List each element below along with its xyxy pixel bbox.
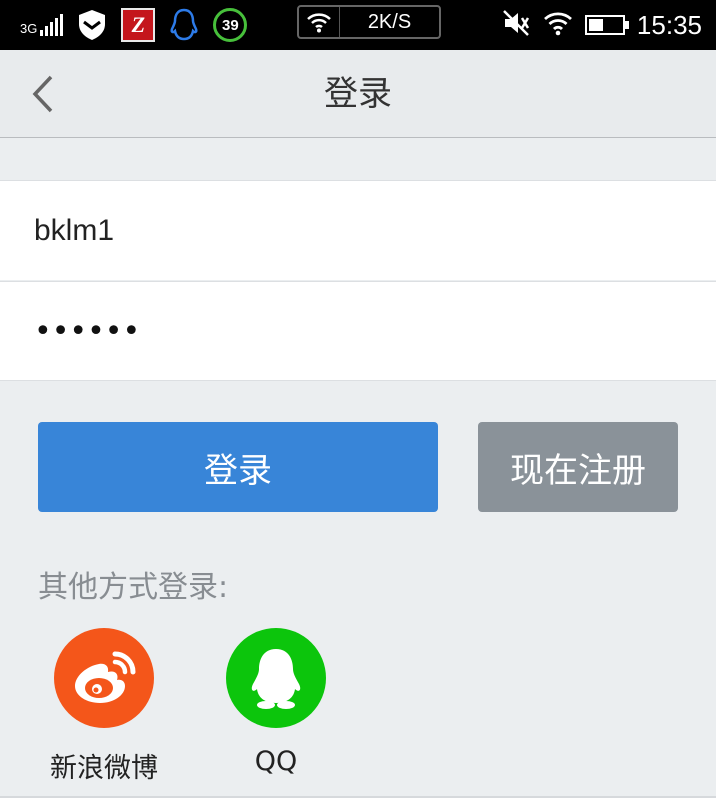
shield-icon [75,8,109,42]
badge-number: 39 [222,16,239,34]
qq-login-button[interactable]: QQ [216,628,336,777]
register-button[interactable]: 现在注册 [478,422,678,512]
username-input[interactable] [34,181,674,281]
status-bar-left: 3G Z 39 [20,6,248,44]
net-speed-text: 2K/S [367,10,412,33]
qq-penguin-icon [167,8,201,42]
other-login-label: 其他方式登录: [38,570,229,605]
mute-icon [501,8,531,42]
weibo-icon [54,628,154,728]
battery-icon [584,15,629,35]
login-button[interactable]: 登录 [38,422,438,512]
title-bar: 登录 [0,50,716,138]
page-title: 登录 [324,74,392,114]
weibo-label: 新浪微博 [50,753,158,784]
status-bar: 3G Z 39 2K/S 15:35 [0,0,716,50]
password-input[interactable]: •••••• [34,282,140,382]
cell-signal-icon: 3G [20,14,64,36]
qq-icon [226,628,326,728]
z-app-letter: Z [131,12,146,37]
weibo-login-button[interactable]: 新浪微博 [44,628,164,785]
wifi-icon [543,10,573,40]
password-field-row[interactable]: •••••• [0,281,716,381]
wifi-small-icon [299,7,340,37]
network-type: 3G [20,21,38,36]
qq-label: QQ [254,746,298,777]
badge-39-icon: 39 [213,8,248,42]
clock: 15:35 [636,9,702,40]
z-app-icon: Z [121,8,156,42]
username-field-row [0,180,716,281]
network-speed-indicator: 2K/S [297,5,441,39]
status-bar-right: 15:35 [501,0,702,50]
